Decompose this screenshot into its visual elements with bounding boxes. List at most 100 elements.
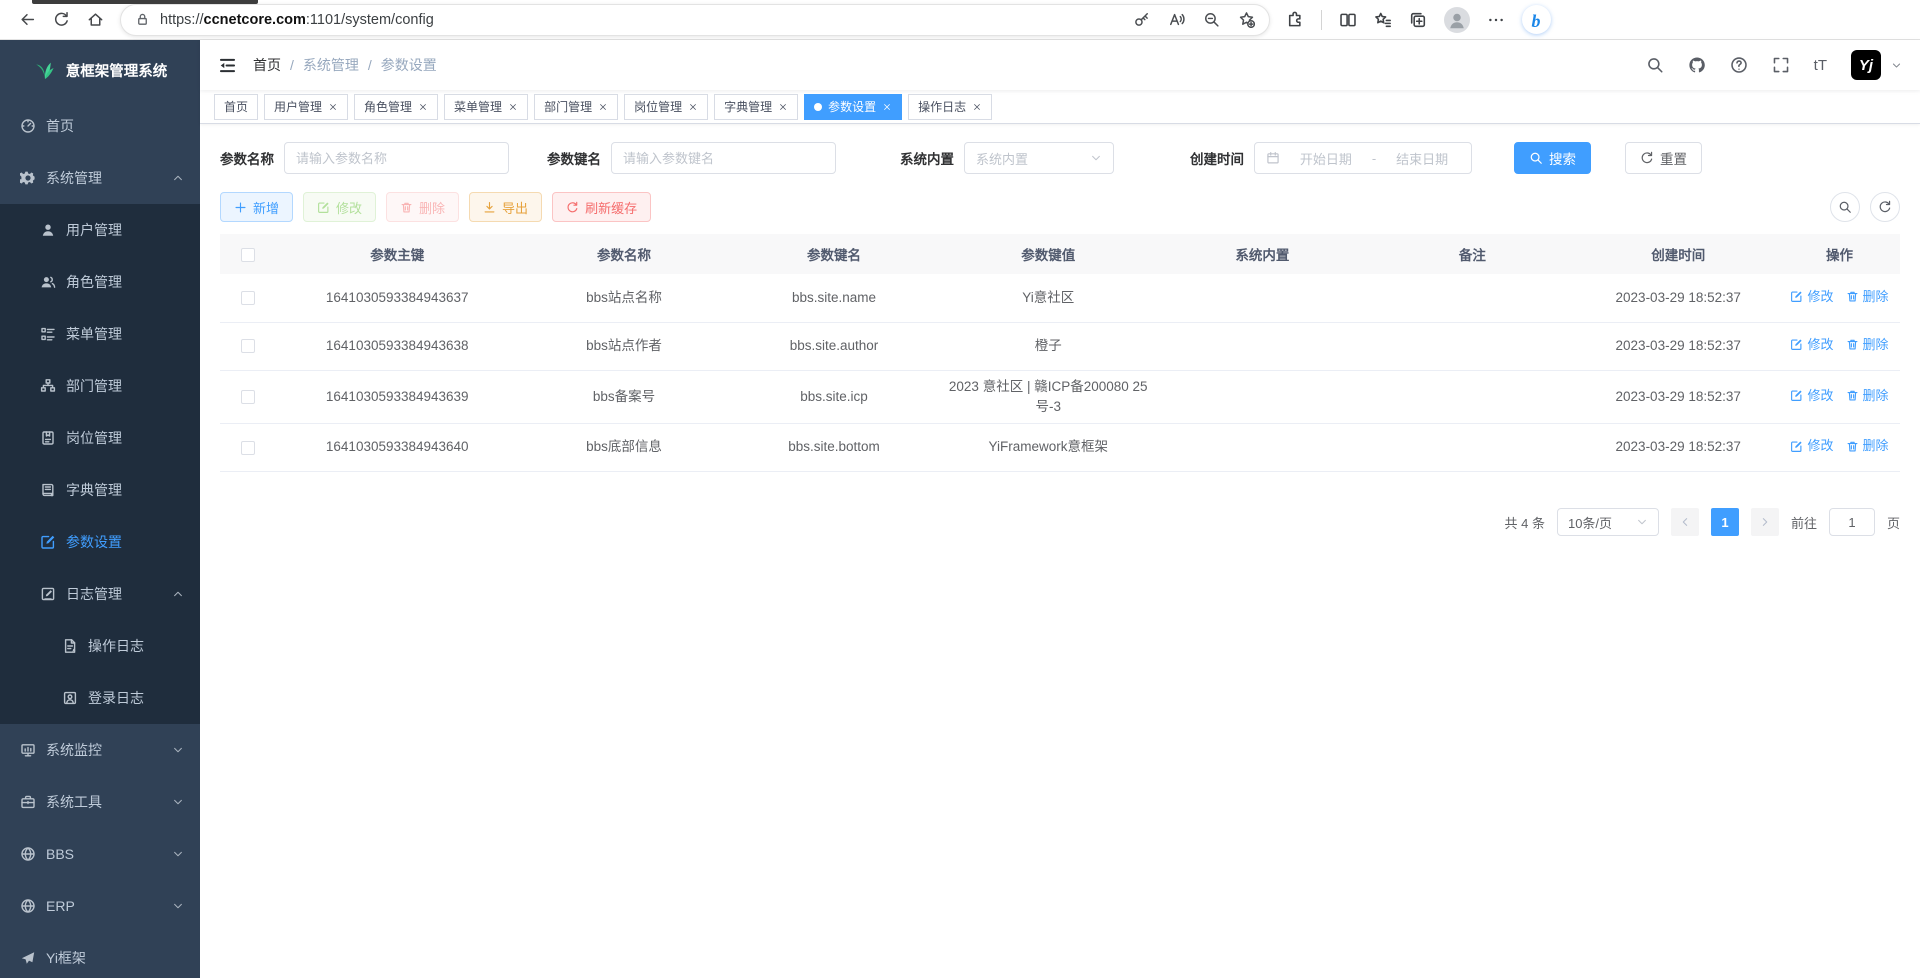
- sidebar-item[interactable]: 用户管理: [0, 204, 200, 256]
- collections-icon[interactable]: [1409, 11, 1427, 29]
- builtin-select[interactable]: 系统内置: [964, 142, 1114, 174]
- sidebar-item[interactable]: 岗位管理: [0, 412, 200, 464]
- sidebar-item[interactable]: 首页: [0, 100, 200, 152]
- add-button[interactable]: 新增: [220, 192, 293, 222]
- sidebar-item[interactable]: 参数设置: [0, 516, 200, 568]
- favorite-star-add-icon[interactable]: [1238, 11, 1255, 28]
- date-range-picker[interactable]: 开始日期 - 结束日期: [1254, 142, 1472, 174]
- user-icon: [40, 222, 56, 238]
- browser-home-button[interactable]: [78, 4, 112, 36]
- font-size-icon[interactable]: tT: [1814, 57, 1827, 74]
- toolbar-button[interactable]: 刷新缓存: [552, 192, 651, 222]
- goto-page-input[interactable]: [1829, 508, 1875, 536]
- row-select-cell: [220, 424, 275, 472]
- page-size-select[interactable]: 10条/页: [1557, 508, 1659, 536]
- chevron-down-icon[interactable]: [1891, 60, 1902, 71]
- bing-icon: b: [1526, 9, 1548, 31]
- browser-refresh-button[interactable]: [44, 4, 78, 36]
- sidebar-item[interactable]: 登录日志: [0, 672, 200, 724]
- page-1-button[interactable]: 1: [1711, 508, 1739, 536]
- row-checkbox[interactable]: [241, 441, 255, 455]
- cell-key: bbs.site.name: [729, 274, 939, 322]
- github-icon[interactable]: [1688, 56, 1706, 74]
- row-checkbox[interactable]: [241, 339, 255, 353]
- row-checkbox[interactable]: [241, 291, 255, 305]
- fullscreen-icon[interactable]: [1772, 56, 1790, 74]
- select-all-checkbox[interactable]: [241, 248, 255, 262]
- sidebar-item[interactable]: 系统监控: [0, 724, 200, 776]
- tab-item[interactable]: 首页: [214, 94, 258, 120]
- calendar-icon: [1266, 151, 1280, 165]
- row-select-cell: [220, 322, 275, 370]
- globe-icon: [20, 898, 36, 914]
- prev-page-button[interactable]: [1671, 508, 1699, 536]
- profile-avatar[interactable]: [1444, 7, 1470, 33]
- browser-menu-icon[interactable]: [1487, 11, 1505, 29]
- breadcrumb-home[interactable]: 首页: [253, 55, 281, 75]
- tab-item[interactable]: 部门管理: [534, 94, 618, 120]
- sidebar-item-label: BBS: [46, 846, 74, 862]
- plus-icon: [234, 201, 247, 214]
- cell-builtin: [1157, 274, 1367, 322]
- sidebar-fold-icon[interactable]: [218, 56, 237, 75]
- favorites-hub-icon[interactable]: [1374, 11, 1392, 29]
- sidebar-item[interactable]: 系统工具: [0, 776, 200, 828]
- row-delete-link[interactable]: 删除: [1846, 287, 1889, 307]
- address-bar[interactable]: https://ccnetcore.com:1101/system/config: [120, 4, 1270, 36]
- tab-item[interactable]: 角色管理: [354, 94, 438, 120]
- tab-item[interactable]: 岗位管理: [624, 94, 708, 120]
- row-delete-link[interactable]: 删除: [1846, 436, 1889, 456]
- sidebar-item-label: 系统管理: [46, 168, 102, 188]
- sidebar-item[interactable]: Yi框架: [0, 932, 200, 978]
- row-edit-link[interactable]: 修改: [1790, 335, 1833, 355]
- tab-item[interactable]: 用户管理: [264, 94, 348, 120]
- row-delete-link[interactable]: 删除: [1846, 386, 1889, 406]
- app-logo[interactable]: 意框架管理系统: [0, 40, 200, 100]
- sidebar-item[interactable]: 角色管理: [0, 256, 200, 308]
- sidebar-item[interactable]: 日志管理: [0, 568, 200, 620]
- row-edit-link[interactable]: 修改: [1790, 436, 1833, 456]
- key-icon[interactable]: [1133, 11, 1150, 28]
- tab-item[interactable]: 字典管理: [714, 94, 798, 120]
- row-checkbox[interactable]: [241, 390, 255, 404]
- sidebar-item[interactable]: BBS: [0, 828, 200, 880]
- tab-label: 岗位管理: [634, 98, 682, 115]
- sidebar-item[interactable]: 菜单管理: [0, 308, 200, 360]
- active-tab-dot: [814, 103, 822, 111]
- home-icon: [87, 11, 104, 28]
- param-key-input[interactable]: [611, 142, 836, 174]
- help-icon[interactable]: [1730, 56, 1748, 74]
- split-screen-icon[interactable]: [1339, 11, 1357, 29]
- sidebar-item[interactable]: 字典管理: [0, 464, 200, 516]
- sidebar-item-label: 系统工具: [46, 792, 102, 812]
- cell-builtin: [1157, 424, 1367, 472]
- cell-id: 1641030593384943638: [275, 322, 519, 370]
- tab-item[interactable]: 菜单管理: [444, 94, 528, 120]
- extensions-icon[interactable]: [1286, 11, 1304, 29]
- row-edit-link[interactable]: 修改: [1790, 287, 1833, 307]
- close-x-icon: [418, 102, 428, 112]
- reset-button[interactable]: 重置: [1625, 142, 1702, 174]
- tab-item[interactable]: 参数设置: [804, 94, 902, 120]
- sidebar-item[interactable]: 系统管理: [0, 152, 200, 204]
- row-delete-link[interactable]: 删除: [1846, 335, 1889, 355]
- tab-label: 菜单管理: [454, 98, 502, 115]
- param-name-input[interactable]: [284, 142, 509, 174]
- sidebar-item[interactable]: 部门管理: [0, 360, 200, 412]
- refresh-table-button[interactable]: [1870, 192, 1900, 222]
- search-button[interactable]: 搜索: [1514, 142, 1591, 174]
- toolbar-button[interactable]: 导出: [469, 192, 542, 222]
- sidebar-item[interactable]: 操作日志: [0, 620, 200, 672]
- header-search-icon[interactable]: [1646, 56, 1664, 74]
- toggle-search-button[interactable]: [1830, 192, 1860, 222]
- read-aloud-icon[interactable]: [1168, 11, 1185, 28]
- tab-item[interactable]: 操作日志: [908, 94, 992, 120]
- copilot-bing-icon[interactable]: b: [1522, 5, 1551, 34]
- next-page-button[interactable]: [1751, 508, 1779, 536]
- zoom-out-icon[interactable]: [1203, 11, 1220, 28]
- row-edit-link[interactable]: 修改: [1790, 386, 1833, 406]
- sidebar-item[interactable]: ERP: [0, 880, 200, 932]
- user-avatar[interactable]: Yj: [1851, 50, 1881, 80]
- cell-created: 2023-03-29 18:52:37: [1577, 370, 1779, 424]
- browser-back-button[interactable]: [10, 4, 44, 36]
